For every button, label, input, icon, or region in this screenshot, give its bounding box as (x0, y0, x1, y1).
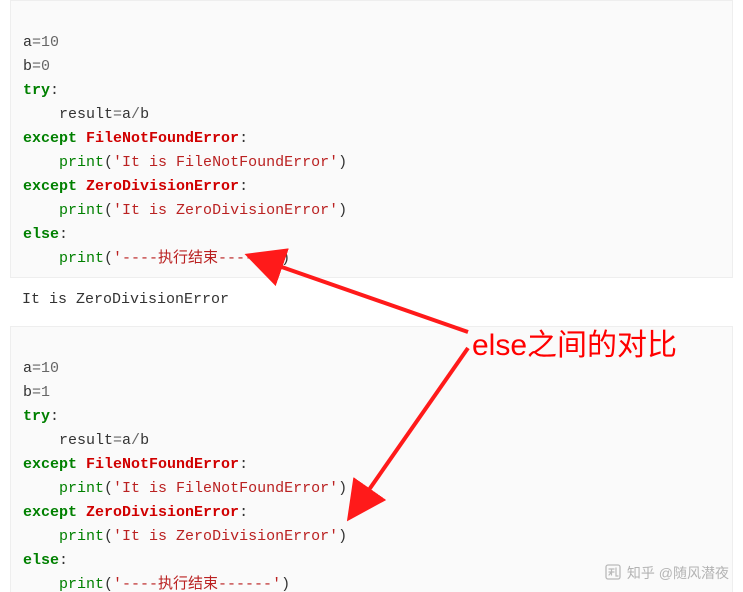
code-line: else: (23, 226, 68, 243)
annotation-label: else之间的对比 (472, 322, 677, 370)
code-line: print('It is FileNotFoundError') (23, 480, 347, 497)
code-block-1: a=10 b=0 try: result=a/b except FileNotF… (10, 0, 733, 278)
code-line: b=1 (23, 384, 50, 401)
code-line: try: (23, 408, 59, 425)
zhihu-icon (605, 564, 621, 580)
code-line: print('It is FileNotFoundError') (23, 154, 347, 171)
code-line: result=a/b (23, 432, 149, 449)
code-line: result=a/b (23, 106, 149, 123)
code-line: print('It is ZeroDivisionError') (23, 528, 347, 545)
code-line: print('It is ZeroDivisionError') (23, 202, 347, 219)
code-line: except ZeroDivisionError: (23, 504, 248, 521)
code-line: except FileNotFoundError: (23, 130, 248, 147)
code-line: except FileNotFoundError: (23, 456, 248, 473)
code-line: b=0 (23, 58, 50, 75)
watermark-text: 知乎 @随风潜夜 (627, 565, 729, 581)
output-text: It is ZeroDivisionError (22, 291, 229, 308)
output-block-1: It is ZeroDivisionError (10, 282, 733, 318)
code-line: print('----执行结束------') (23, 576, 290, 592)
watermark: 知乎 @随风潜夜 (605, 562, 729, 584)
page: a=10 b=0 try: result=a/b except FileNotF… (0, 0, 743, 592)
code-line: print('----执行结束------') (23, 250, 290, 267)
code-line: a=10 (23, 360, 59, 377)
code-line: else: (23, 552, 68, 569)
code-line: except ZeroDivisionError: (23, 178, 248, 195)
code-line: a=10 (23, 34, 59, 51)
code-line: try: (23, 82, 59, 99)
